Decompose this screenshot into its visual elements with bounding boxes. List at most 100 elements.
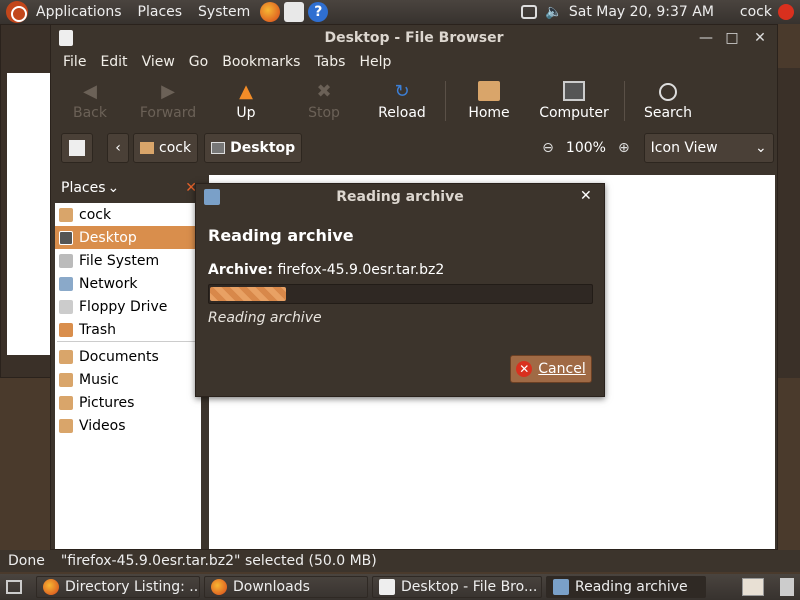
firefox-launcher-icon[interactable] [260, 2, 281, 22]
zoom-level: 100% [565, 140, 606, 156]
place-item-floppy[interactable]: Floppy Drive [55, 295, 201, 318]
menu-go[interactable]: Go [189, 54, 208, 70]
close-icon[interactable]: ✕ [580, 188, 592, 204]
maximize-icon[interactable]: □ [723, 29, 741, 47]
desktop-icon [59, 230, 73, 245]
file-browser-icon [379, 579, 395, 595]
floppy-icon [59, 299, 73, 314]
help-launcher-icon[interactable]: ? [308, 2, 329, 22]
crumb-home-label: cock [159, 140, 192, 156]
close-icon[interactable]: ✕ [751, 29, 769, 47]
menu-help[interactable]: Help [359, 54, 391, 70]
menu-tabs[interactable]: Tabs [314, 54, 345, 70]
forward-button[interactable]: ▶ Forward [129, 75, 207, 125]
show-desktop-icon[interactable] [6, 580, 22, 594]
stop-icon: ✖ [316, 81, 332, 102]
statusbar: Done "firefox-45.9.0esr.tar.bz2" selecte… [0, 550, 800, 572]
cancel-icon: ✕ [516, 361, 533, 377]
menu-system[interactable]: System [190, 4, 258, 20]
place-item-home[interactable]: cock [55, 203, 201, 226]
menu-edit[interactable]: Edit [100, 54, 127, 70]
places-header[interactable]: Places ⌄ ✕ [55, 175, 201, 201]
task-label: Desktop - File Bro... [401, 579, 538, 595]
toolbar-separator [624, 81, 625, 121]
bookmark-item-videos[interactable]: Videos [55, 414, 201, 437]
bookmark-item-pictures[interactable]: Pictures [55, 391, 201, 414]
bookmark-item-documents[interactable]: Documents [55, 345, 201, 368]
trash-applet-icon[interactable] [780, 578, 794, 596]
volume-icon[interactable]: 🔈 [545, 4, 562, 20]
search-button[interactable]: Search [629, 75, 707, 125]
back-label: Back [73, 105, 107, 121]
workspace-switcher-icon[interactable] [742, 578, 764, 596]
window-titlebar[interactable]: Desktop - File Browser — □ ✕ [51, 25, 777, 51]
task-label: Directory Listing: ... [65, 579, 200, 595]
folder-icon [59, 349, 73, 364]
search-icon [659, 83, 677, 101]
clock[interactable]: Sat May 20, 9:37 AM [569, 4, 714, 20]
path-back-button[interactable]: ‹ [107, 133, 129, 163]
reload-icon: ↻ [394, 81, 410, 102]
menu-view[interactable]: View [142, 54, 175, 70]
power-icon[interactable] [778, 4, 794, 20]
minimize-icon[interactable]: — [697, 29, 715, 47]
task-downloads[interactable]: Downloads [204, 576, 368, 598]
network-tray-icon[interactable] [521, 5, 538, 19]
archive-line: Archive: firefox-45.9.0esr.tar.bz2 [208, 262, 444, 278]
progress-fill [210, 287, 286, 301]
places-label: Places [61, 180, 106, 196]
up-button[interactable]: ▲ Up [207, 75, 285, 125]
crumb-current[interactable]: Desktop [204, 133, 303, 163]
back-button[interactable]: ◀ Back [51, 75, 129, 125]
location-bar: ‹ cock Desktop ⊖ 100% ⊕ Icon View ⌄ [51, 131, 777, 165]
task-directory-listing[interactable]: Directory Listing: ... [36, 576, 200, 598]
user-menu[interactable]: cock [740, 4, 772, 20]
up-label: Up [236, 105, 256, 121]
zoom-in-icon[interactable]: ⊕ [618, 140, 630, 156]
drive-icon [59, 253, 73, 268]
menu-file[interactable]: File [63, 54, 86, 70]
place-label: Desktop [79, 229, 137, 246]
mouse-cursor-icon [457, 526, 464, 540]
computer-button[interactable]: Computer [528, 75, 620, 125]
stop-button[interactable]: ✖ Stop [285, 75, 363, 125]
menu-applications[interactable]: Applications [28, 4, 130, 20]
reload-label: Reload [378, 105, 426, 121]
cancel-button[interactable]: ✕ Cancel [510, 355, 592, 383]
crumb-home[interactable]: cock [133, 133, 199, 163]
places-list: cock Desktop File System Network Floppy … [55, 203, 201, 549]
place-item-network[interactable]: Network [55, 272, 201, 295]
ubuntu-logo-icon[interactable] [6, 1, 28, 23]
home-button[interactable]: Home [450, 75, 528, 125]
mail-launcher-icon[interactable] [284, 2, 305, 22]
dialog-titlebar[interactable]: Reading archive ✕ [196, 184, 604, 210]
firefox-icon [211, 579, 227, 595]
chevron-down-icon: ⌄ [107, 180, 120, 196]
zoom-out-icon[interactable]: ⊖ [542, 140, 554, 156]
sidebar: Places ⌄ ✕ cock Desktop File System Netw… [55, 175, 201, 549]
cancel-label: Cancel [538, 361, 586, 377]
place-item-trash[interactable]: Trash [55, 318, 201, 341]
task-reading-archive[interactable]: Reading archive [546, 576, 706, 598]
bookmark-item-music[interactable]: Music [55, 368, 201, 391]
toggle-location-button[interactable] [61, 133, 93, 163]
menu-bookmarks[interactable]: Bookmarks [222, 54, 300, 70]
top-panel: Applications Places System ? 🔈 Sat May 2… [0, 0, 800, 24]
desktop-small-icon [211, 142, 226, 154]
computer-label: Computer [539, 105, 609, 121]
task-label: Reading archive [575, 579, 688, 595]
place-label: Floppy Drive [79, 298, 168, 315]
reload-button[interactable]: ↻ Reload [363, 75, 441, 125]
computer-icon [563, 81, 585, 101]
home-folder-small-icon [140, 142, 154, 154]
place-item-desktop[interactable]: Desktop [55, 226, 201, 249]
menu-places[interactable]: Places [130, 4, 191, 20]
back-arrow-icon: ◀ [83, 81, 97, 102]
place-item-filesystem[interactable]: File System [55, 249, 201, 272]
bottom-panel: Directory Listing: ... Downloads Desktop… [0, 574, 800, 600]
task-file-browser[interactable]: Desktop - File Bro... [372, 576, 542, 598]
dialog-status: Reading archive [208, 310, 322, 326]
background-window-right[interactable] [776, 68, 800, 378]
view-mode-select[interactable]: Icon View ⌄ [643, 133, 774, 163]
search-label: Search [643, 105, 693, 121]
